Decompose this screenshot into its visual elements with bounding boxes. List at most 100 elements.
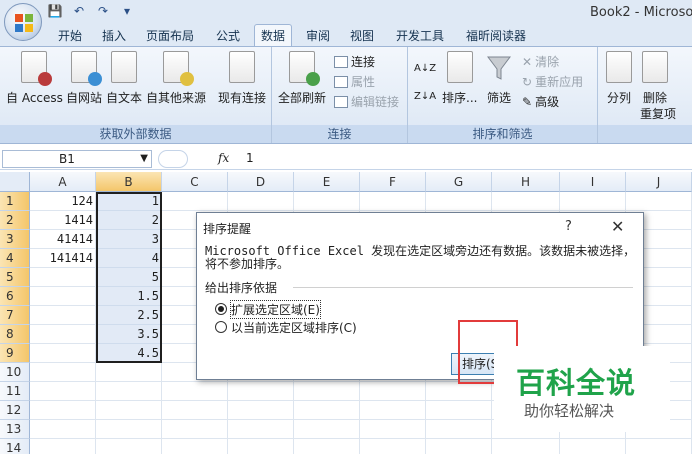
tab-data[interactable]: 数据 <box>254 24 293 47</box>
remove-duplicates-label-2: 重复项 <box>640 107 677 121</box>
from-other-sources-button[interactable]: 自其他来源 <box>146 51 206 106</box>
title-bar: 💾 ↶ ↷ ▾ Book2 - Microso <box>0 0 692 24</box>
chevron-down-icon[interactable]: ▼ <box>140 151 148 167</box>
office-logo-icon <box>15 14 33 32</box>
column-header-g[interactable]: G <box>426 172 492 192</box>
existing-connections-button[interactable]: 现有连接 <box>218 51 266 106</box>
connections-button[interactable]: 连接 <box>334 53 375 70</box>
column-header-j[interactable]: J <box>626 172 692 192</box>
column-header-f[interactable]: F <box>360 172 426 192</box>
remove-duplicates-button[interactable]: 删除 <box>642 51 668 106</box>
sort-descending-button[interactable]: Z↓A <box>414 91 436 102</box>
row-header-12[interactable]: 12 <box>0 401 30 420</box>
cell-b7[interactable]: 2.5 <box>96 306 162 325</box>
undo-icon[interactable]: ↶ <box>70 3 88 20</box>
advanced-filter-button[interactable]: ✎ 高级 <box>522 93 559 110</box>
column-header-e[interactable]: E <box>294 172 360 192</box>
column-header-i[interactable]: I <box>560 172 626 192</box>
row-header-5[interactable]: 5 <box>0 268 30 287</box>
from-access-button[interactable]: 自 Access <box>6 51 63 106</box>
column-header-h[interactable]: H <box>492 172 560 192</box>
sort-button[interactable]: 排序... <box>442 51 477 106</box>
cell-b8[interactable]: 3.5 <box>96 325 162 344</box>
redo-icon[interactable]: ↷ <box>94 3 112 20</box>
column-header-b[interactable]: B <box>96 172 162 192</box>
save-icon[interactable]: 💾 <box>46 3 64 20</box>
tab-view[interactable]: 视图 <box>350 27 374 44</box>
cell-b1[interactable]: 1 <box>96 192 162 211</box>
filter-button[interactable]: 筛选 <box>486 51 512 106</box>
cell-a3[interactable]: 41414 <box>30 230 96 249</box>
row-header-14[interactable]: 14 <box>0 439 30 454</box>
row-header-9[interactable]: 9 <box>0 344 30 363</box>
close-icon[interactable]: ✕ <box>611 217 624 236</box>
sort-ascending-button[interactable]: A↓Z <box>414 63 436 74</box>
insert-function-button[interactable]: fx <box>218 151 229 165</box>
formula-input[interactable]: 1 <box>246 151 254 165</box>
office-button[interactable] <box>4 3 42 41</box>
expand-selection-radio[interactable] <box>215 303 227 315</box>
row-header-6[interactable]: 6 <box>0 287 30 306</box>
customize-qat-icon[interactable]: ▾ <box>118 3 136 20</box>
name-box[interactable]: B1 ▼ <box>2 150 152 168</box>
row-header-1[interactable]: 1 <box>0 192 30 211</box>
reapply-button[interactable]: ↻ 重新应用 <box>522 73 583 90</box>
clear-filter-button[interactable]: ✕ 清除 <box>522 53 559 70</box>
cell-b3[interactable]: 3 <box>96 230 162 249</box>
row-header-3[interactable]: 3 <box>0 230 30 249</box>
current-selection-radio[interactable] <box>215 321 227 333</box>
group-connections: 全部刷新 连接 属性 编辑链接 连接 <box>272 47 408 143</box>
row-header-11[interactable]: 11 <box>0 382 30 401</box>
group-label-external: 获取外部数据 <box>0 125 271 143</box>
formula-bar-expander[interactable] <box>158 150 188 168</box>
properties-icon <box>334 75 348 88</box>
tab-developer[interactable]: 开发工具 <box>396 27 444 44</box>
text-file-icon <box>111 51 137 83</box>
select-all-corner[interactable] <box>0 172 30 192</box>
cell-b2[interactable]: 2 <box>96 211 162 230</box>
edit-links-icon <box>334 95 348 108</box>
group-label-sort-filter: 排序和筛选 <box>408 125 597 143</box>
text-to-columns-button[interactable]: 分列 <box>606 51 632 106</box>
clear-icon: ✕ <box>522 54 533 69</box>
split-columns-icon <box>606 51 632 83</box>
connections-icon <box>334 55 348 68</box>
cell-b5[interactable]: 5 <box>96 268 162 287</box>
cell-a4[interactable]: 141414 <box>30 249 96 268</box>
tab-page-layout[interactable]: 页面布局 <box>146 27 194 44</box>
ribbon: 自 Access 自网站 自文本 自其他来源 现有连接 获取外部数据 全部刷新 … <box>0 46 692 144</box>
row-header-13[interactable]: 13 <box>0 420 30 439</box>
cell-b6[interactable]: 1.5 <box>96 287 162 306</box>
tab-review[interactable]: 审阅 <box>306 27 330 44</box>
edit-links-button[interactable]: 编辑链接 <box>334 93 399 110</box>
column-header-d[interactable]: D <box>228 172 294 192</box>
cell-a1[interactable]: 124 <box>30 192 96 211</box>
group-get-external-data: 自 Access 自网站 自文本 自其他来源 现有连接 获取外部数据 <box>0 47 272 143</box>
row-header-7[interactable]: 7 <box>0 306 30 325</box>
cell-b4[interactable]: 4 <box>96 249 162 268</box>
sort-descending-icon: Z↓A <box>414 91 437 102</box>
from-web-button[interactable]: 自网站 <box>66 51 102 106</box>
quick-access-toolbar: 💾 ↶ ↷ ▾ <box>46 3 136 20</box>
expand-selection-label[interactable]: 扩展选定区域(E) <box>230 300 321 319</box>
row-header-10[interactable]: 10 <box>0 363 30 382</box>
tab-home[interactable]: 开始 <box>58 27 82 44</box>
cell-a2[interactable]: 1414 <box>30 211 96 230</box>
row-header-2[interactable]: 2 <box>0 211 30 230</box>
group-sort-filter: A↓Z Z↓A 排序... 筛选 ✕ 清除 ↻ 重新应用 ✎ 高级 排序和筛选 <box>408 47 598 143</box>
properties-button[interactable]: 属性 <box>334 73 375 90</box>
row-header-8[interactable]: 8 <box>0 325 30 344</box>
refresh-all-button[interactable]: 全部刷新 <box>278 51 326 106</box>
row-header-4[interactable]: 4 <box>0 249 30 268</box>
tab-foxit-reader[interactable]: 福昕阅读器 <box>466 27 526 44</box>
watermark-title: 百科全说 <box>516 366 637 400</box>
column-header-c[interactable]: C <box>162 172 228 192</box>
existing-connections-icon <box>229 51 255 83</box>
tab-insert[interactable]: 插入 <box>102 27 126 44</box>
from-text-button[interactable]: 自文本 <box>106 51 142 106</box>
tab-formulas[interactable]: 公式 <box>216 27 240 44</box>
current-selection-label[interactable]: 以当前选定区域排序(C) <box>231 319 357 336</box>
cell-b9[interactable]: 4.5 <box>96 344 162 363</box>
help-icon[interactable]: ? <box>565 219 572 234</box>
column-header-a[interactable]: A <box>30 172 96 192</box>
